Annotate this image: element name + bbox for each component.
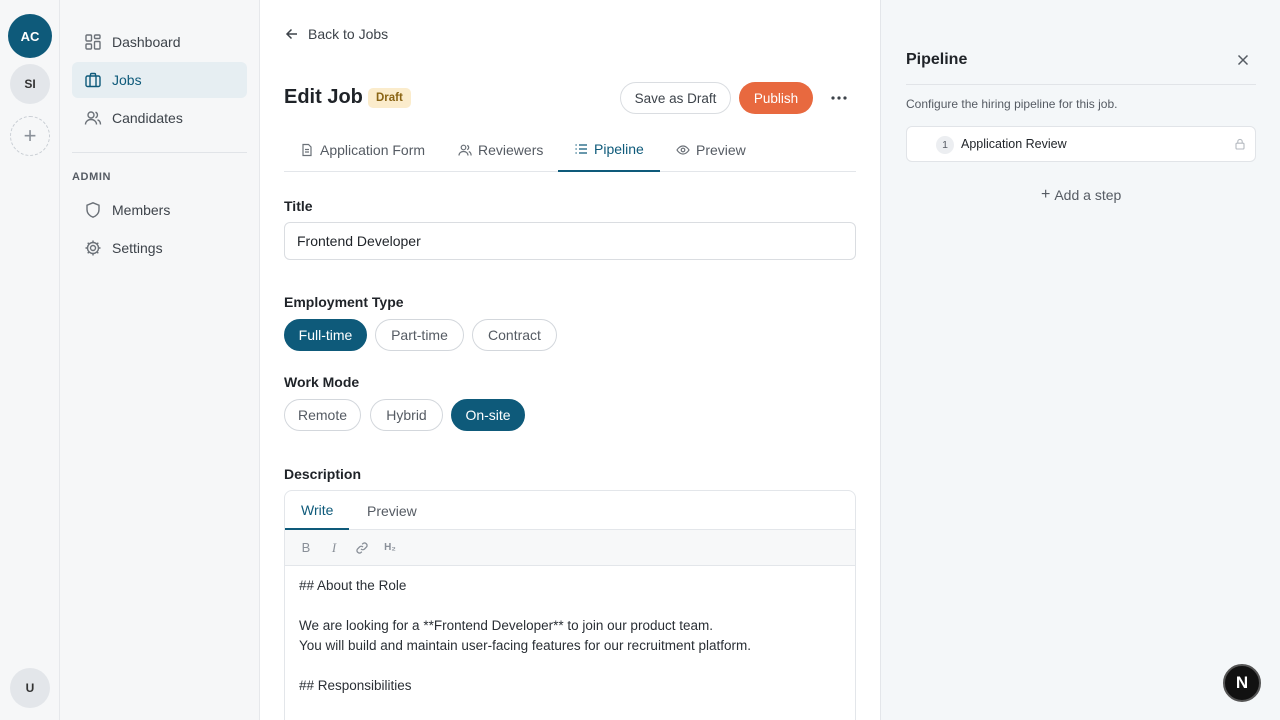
- sidebar-item-label: Jobs: [112, 72, 142, 88]
- employment-type-label: Employment Type: [284, 294, 404, 310]
- user-avatar[interactable]: U: [10, 668, 50, 708]
- sidebar: Dashboard Jobs Candidates ADMIN Members …: [60, 0, 260, 720]
- close-panel-button[interactable]: [1235, 52, 1251, 68]
- briefcase-icon: [84, 71, 102, 89]
- users-icon: [458, 143, 472, 157]
- work-mode-option-on-site[interactable]: On-site: [451, 399, 525, 431]
- link-icon: [355, 541, 369, 555]
- pipeline-step[interactable]: 1 Application Review: [906, 126, 1256, 162]
- sidebar-item-candidates[interactable]: Candidates: [72, 100, 247, 136]
- users-icon: [84, 109, 102, 127]
- work-mode-option-hybrid[interactable]: Hybrid: [370, 399, 443, 431]
- employment-option-contract[interactable]: Contract: [472, 319, 557, 351]
- shield-icon: [84, 201, 102, 219]
- work-mode-label: Work Mode: [284, 374, 360, 390]
- panel-divider: [906, 84, 1256, 85]
- publish-button[interactable]: Publish: [739, 82, 813, 114]
- arrow-left-icon: [284, 26, 300, 42]
- employment-option-part-time[interactable]: Part-time: [375, 319, 464, 351]
- tab-label: Preview: [696, 142, 746, 158]
- status-badge: Draft: [368, 88, 411, 108]
- editor-tabs: Write Preview: [285, 491, 855, 530]
- workspace-avatar-si[interactable]: SI: [10, 64, 50, 104]
- tab-preview[interactable]: Preview: [660, 128, 762, 172]
- heading-button[interactable]: H₂: [383, 541, 397, 555]
- editor-toolbar: B I H₂: [285, 530, 855, 566]
- dashboard-icon: [84, 33, 102, 51]
- tab-label: Reviewers: [478, 142, 544, 158]
- work-mode-option-remote[interactable]: Remote: [284, 399, 361, 431]
- more-options-button[interactable]: [827, 86, 851, 110]
- sidebar-section-admin: ADMIN: [72, 171, 112, 183]
- close-icon: [1235, 52, 1251, 68]
- editor-line: ## About the Role: [299, 578, 407, 593]
- workspace-avatar-ac[interactable]: AC: [8, 14, 52, 58]
- lock-icon: [1234, 138, 1246, 150]
- title-input[interactable]: Frontend Developer: [284, 222, 856, 260]
- editor-line: You will build and maintain user-facing …: [299, 638, 751, 653]
- add-step-button[interactable]: + Add a step: [1041, 186, 1121, 204]
- pipeline-panel: Pipeline Configure the hiring pipeline f…: [880, 0, 1280, 720]
- sidebar-item-dashboard[interactable]: Dashboard: [72, 24, 247, 60]
- tab-pipeline[interactable]: Pipeline: [558, 128, 660, 172]
- back-to-jobs-link[interactable]: Back to Jobs: [284, 24, 388, 44]
- title-label: Title: [284, 198, 313, 214]
- description-editor: Write Preview B I H₂ ## About the Role W…: [284, 490, 856, 720]
- sidebar-item-jobs[interactable]: Jobs: [72, 62, 247, 98]
- tab-label: Application Form: [320, 142, 426, 158]
- sidebar-item-label: Settings: [112, 240, 163, 256]
- page-title: Edit Job: [284, 86, 363, 108]
- gear-icon: [84, 239, 102, 257]
- dev-tools-badge[interactable]: N: [1223, 664, 1261, 702]
- sidebar-item-members[interactable]: Members: [72, 192, 247, 228]
- tab-reviewers[interactable]: Reviewers: [442, 128, 559, 172]
- employment-option-full-time[interactable]: Full-time: [284, 319, 367, 351]
- sidebar-item-label: Candidates: [112, 110, 183, 126]
- workspace-rail: AC SI + U: [0, 0, 60, 720]
- step-label: Application Review: [961, 137, 1067, 151]
- link-button[interactable]: [355, 541, 369, 555]
- list-icon: [574, 142, 588, 156]
- back-label: Back to Jobs: [308, 26, 389, 42]
- step-number: 1: [936, 136, 954, 154]
- add-step-label: Add a step: [1054, 187, 1122, 203]
- description-label: Description: [284, 466, 362, 482]
- document-icon: [300, 143, 314, 157]
- job-tabs: Application Form Reviewers Pipeline Prev…: [284, 128, 856, 172]
- bold-button[interactable]: B: [299, 540, 313, 555]
- sidebar-divider: [72, 152, 247, 153]
- sidebar-item-label: Dashboard: [112, 34, 181, 50]
- italic-button[interactable]: I: [327, 540, 341, 555]
- tab-application-form[interactable]: Application Form: [284, 128, 441, 172]
- main-content: Back to Jobs Edit Job Draft Save as Draf…: [260, 0, 880, 720]
- sidebar-item-settings[interactable]: Settings: [72, 230, 247, 266]
- editor-tab-preview[interactable]: Preview: [351, 491, 433, 530]
- editor-textarea[interactable]: ## About the Role We are looking for a *…: [299, 576, 843, 696]
- more-horizontal-icon: [831, 96, 847, 100]
- eye-icon: [676, 143, 690, 157]
- editor-line: ## Responsibilities: [299, 678, 412, 693]
- tab-label: Pipeline: [594, 141, 644, 157]
- editor-line: We are looking for a **Frontend Develope…: [299, 618, 713, 633]
- sidebar-item-label: Members: [112, 202, 171, 218]
- save-as-draft-button[interactable]: Save as Draft: [620, 82, 731, 114]
- plus-icon: +: [1041, 186, 1051, 203]
- panel-description: Configure the hiring pipeline for this j…: [906, 97, 1118, 111]
- add-workspace-button[interactable]: +: [10, 116, 50, 156]
- panel-title: Pipeline: [906, 51, 968, 68]
- editor-tab-write[interactable]: Write: [285, 491, 350, 530]
